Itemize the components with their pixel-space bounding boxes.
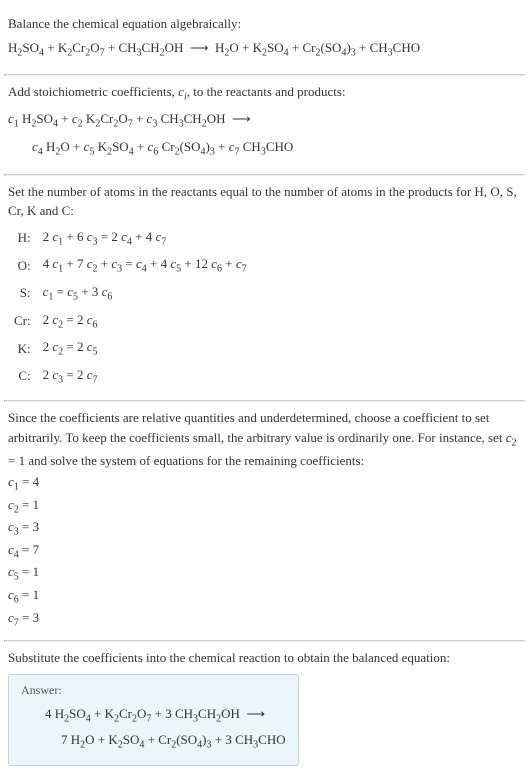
intro-text: Set the number of atoms in the reactants… bbox=[8, 182, 521, 221]
answer-box: Answer: 4 H2SO4 + K2Cr2O7 + 3 CH3CH2OH ⟶… bbox=[8, 674, 299, 766]
table-row: S:c1 = c5 + 3 c6 bbox=[8, 280, 253, 308]
intro-text: Substitute the coefficients into the che… bbox=[8, 648, 521, 668]
atom-balance-table: H:2 c1 + 6 c3 = 2 c4 + 4 c7 O:4 c1 + 7 c… bbox=[8, 225, 253, 391]
balanced-equation-line2: 7 H2O + K2SO4 + Cr2(SO4)3 + 3 CH3CHO bbox=[21, 728, 286, 755]
coefficient-value: c1 = 4 bbox=[8, 472, 521, 495]
section-balance-intro: Balance the chemical equation algebraica… bbox=[4, 8, 525, 74]
table-row: H:2 c1 + 6 c3 = 2 c4 + 4 c7 bbox=[8, 225, 253, 253]
element-equation: 2 c2 = 2 c5 bbox=[37, 335, 253, 363]
coefficient-value: c6 = 1 bbox=[8, 585, 521, 608]
element-label: O: bbox=[8, 252, 37, 280]
coefficient-value: c7 = 3 bbox=[8, 608, 521, 631]
unbalanced-equation: H2SO4 + K2Cr2O7 + CH3CH2OH ⟶ H2O + K2SO4… bbox=[8, 36, 521, 63]
coefficient-list: c1 = 4 c2 = 1 c3 = 3 c4 = 7 c5 = 1 c6 = … bbox=[8, 472, 521, 630]
coefficient-value: c4 = 7 bbox=[8, 540, 521, 563]
element-equation: c1 = c5 + 3 c6 bbox=[37, 280, 253, 308]
coef-equation-line1: c1 H2SO4 + c2 K2Cr2O7 + c3 CH3CH2OH ⟶ bbox=[8, 107, 521, 134]
element-equation: 2 c2 = 2 c6 bbox=[37, 308, 253, 336]
coef-equation-line2: c4 H2O + c5 K2SO4 + c6 Cr2(SO4)3 + c7 CH… bbox=[8, 135, 521, 162]
element-equation: 4 c1 + 7 c2 + c3 = c4 + 4 c5 + 12 c6 + c… bbox=[37, 252, 253, 280]
section-solve-coefficients: Since the coefficients are relative quan… bbox=[4, 402, 525, 640]
intro-text: Add stoichiometric coefficients, ci, to … bbox=[8, 82, 521, 105]
element-equation: 2 c3 = 2 c7 bbox=[37, 363, 253, 391]
answer-label: Answer: bbox=[21, 683, 286, 698]
section-answer: Substitute the coefficients into the che… bbox=[4, 642, 525, 776]
table-row: O:4 c1 + 7 c2 + c3 = c4 + 4 c5 + 12 c6 +… bbox=[8, 252, 253, 280]
element-label: C: bbox=[8, 363, 37, 391]
element-label: H: bbox=[8, 225, 37, 253]
intro-text: Balance the chemical equation algebraica… bbox=[8, 14, 521, 34]
coefficient-value: c5 = 1 bbox=[8, 562, 521, 585]
section-add-coefficients: Add stoichiometric coefficients, ci, to … bbox=[4, 76, 525, 174]
section-atom-equations: Set the number of atoms in the reactants… bbox=[4, 176, 525, 401]
intro-text: Since the coefficients are relative quan… bbox=[8, 408, 521, 470]
element-equation: 2 c1 + 6 c3 = 2 c4 + 4 c7 bbox=[37, 225, 253, 253]
balanced-equation-line1: 4 H2SO4 + K2Cr2O7 + 3 CH3CH2OH ⟶ bbox=[21, 702, 286, 729]
element-label: S: bbox=[8, 280, 37, 308]
coefficient-value: c3 = 3 bbox=[8, 517, 521, 540]
table-row: Cr:2 c2 = 2 c6 bbox=[8, 308, 253, 336]
element-label: Cr: bbox=[8, 308, 37, 336]
coefficient-value: c2 = 1 bbox=[8, 495, 521, 518]
element-label: K: bbox=[8, 335, 37, 363]
table-row: C:2 c3 = 2 c7 bbox=[8, 363, 253, 391]
table-row: K:2 c2 = 2 c5 bbox=[8, 335, 253, 363]
